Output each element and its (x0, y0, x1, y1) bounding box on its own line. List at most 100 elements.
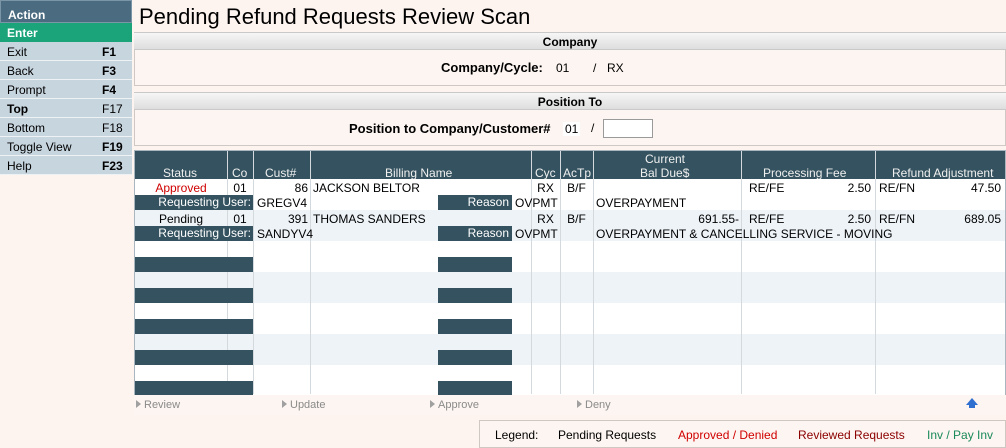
position-to-section-header: Position To (134, 92, 1006, 110)
column-header-co[interactable]: Co (232, 166, 247, 180)
billing-name-cell: JACKSON BELTOR (313, 181, 420, 195)
reason-text-value: OVERPAYMENT (596, 196, 687, 210)
requesting-user-label: Requesting User: (135, 226, 253, 241)
column-header-current[interactable]: Current (645, 152, 685, 166)
refund-code-cell: RE/FN (879, 181, 915, 195)
legend: Legend: Pending Requests Approved / Deni… (479, 420, 1006, 448)
menu-item-label: Exit (7, 45, 28, 59)
company-cycle-separator: / (593, 61, 597, 75)
current-bal-cell: 691.55- (698, 212, 739, 226)
status-cell: Pending (158, 212, 204, 226)
reason-label: Reason (438, 195, 512, 210)
legend-pending: Pending Requests (558, 428, 657, 442)
column-header-billing-name[interactable]: Billing Name (385, 166, 452, 180)
empty-row-reason-label (438, 350, 512, 365)
fee-code-cell: RE/FE (749, 212, 785, 226)
menu-item-key: F1 (102, 45, 117, 59)
toggle-view-button[interactable]: Toggle View F19 (0, 137, 132, 156)
legend-reviewed: Reviewed Requests (798, 428, 905, 442)
cyc-cell: RX (537, 212, 554, 226)
billing-name-cell: THOMAS SANDERS (313, 212, 426, 226)
position-customer-input[interactable] (603, 119, 653, 138)
position-to-section: Position to Company/Customer# 01 / (134, 110, 1006, 146)
fee-amount-cell: 2.50 (847, 181, 871, 195)
cycle-value: RX (607, 61, 624, 75)
requesting-user-value: SANDYV4 (257, 227, 314, 241)
column-header-bal-due[interactable]: Bal Due$ (640, 166, 689, 180)
refund-requests-grid: Status Co Cust# Billing Name Cyc AcTp Cu… (134, 150, 1006, 395)
reason-code-value: OVPMT (515, 227, 558, 241)
approve-action[interactable]: Approve (430, 399, 479, 411)
cust-cell: 391 (287, 212, 308, 226)
legend-approved-denied: Approved / Denied (678, 428, 778, 442)
empty-row-user-label (135, 350, 253, 365)
scroll-up-icon[interactable] (966, 398, 978, 405)
bottom-button[interactable]: Bottom F18 (0, 118, 132, 137)
menu-item-label: Back (7, 64, 34, 78)
scroll-up-icon-stem (969, 405, 975, 408)
position-separator: / (591, 121, 595, 135)
menu-item-key: F18 (102, 121, 123, 135)
prompt-button[interactable]: Prompt F4 (0, 80, 132, 99)
legend-label: Legend: (495, 428, 539, 442)
menu-item-key: F3 (102, 64, 117, 78)
top-button[interactable]: Top F17 (0, 99, 132, 118)
actp-cell: B/F (567, 212, 586, 226)
column-header-refund-adjustment[interactable]: Refund Adjustment (892, 166, 993, 180)
cust-cell: 86 (294, 181, 308, 195)
company-cycle-label: Company/Cycle: (441, 60, 543, 75)
page-title: Pending Refund Requests Review Scan (139, 4, 531, 29)
action-sidebar: Action Enter Exit F1 Back F3 Prompt F4 T… (0, 0, 132, 448)
legend-inv-pay: Inv / Pay Inv (927, 428, 994, 442)
refund-amount-cell: 689.05 (964, 212, 1001, 226)
reason-label: Reason (438, 226, 512, 241)
help-button[interactable]: Help F23 (0, 156, 132, 175)
exit-button[interactable]: Exit F1 (0, 42, 132, 61)
column-header-processing-fee[interactable]: Processing Fee (763, 166, 846, 180)
status-cell: Approved (155, 181, 207, 195)
review-action[interactable]: Review (136, 399, 180, 411)
menu-item-label: Bottom (7, 121, 46, 135)
deny-action[interactable]: Deny (577, 399, 611, 411)
menu-item-key: F23 (102, 159, 123, 173)
fee-code-cell: RE/FE (749, 181, 785, 195)
requesting-user-value: GREGV4 (257, 196, 308, 210)
empty-row-reason-label (438, 257, 512, 272)
action-menu-header: Action (0, 0, 132, 23)
company-value: 01 (556, 61, 570, 75)
empty-row-user-label (135, 319, 253, 334)
empty-row-reason-label (438, 319, 512, 334)
update-action[interactable]: Update (282, 399, 325, 411)
column-header-actp[interactable]: AcTp (563, 166, 591, 180)
cyc-cell: RX (537, 181, 554, 195)
enter-button[interactable]: Enter (0, 23, 132, 42)
menu-item-key: F19 (102, 140, 123, 154)
back-button[interactable]: Back F3 (0, 61, 132, 80)
position-company-value: 01 (563, 122, 581, 136)
position-to-label: Position to Company/Customer# (349, 121, 551, 136)
company-section: Company/Cycle: 01 / RX (134, 50, 1006, 86)
actp-cell: B/F (567, 181, 586, 195)
co-cell: 01 (233, 212, 247, 226)
empty-row-user-label (135, 257, 253, 272)
empty-row-reason-label (438, 381, 512, 395)
empty-row-user-label (135, 288, 253, 303)
menu-item-label: Prompt (7, 83, 46, 97)
column-header-cust[interactable]: Cust# (265, 166, 296, 180)
refund-amount-cell: 47.50 (970, 181, 1001, 195)
menu-item-label: Top (7, 102, 29, 116)
column-header-cyc[interactable]: Cyc (535, 166, 556, 180)
reason-code-value: OVPMT (515, 196, 558, 210)
menu-item-label: Toggle View (7, 140, 72, 154)
reason-text-value: OVERPAYMENT & CANCELLING SERVICE - MOVIN… (596, 227, 893, 241)
co-cell: 01 (233, 181, 247, 195)
requesting-user-label: Requesting User: (135, 195, 253, 210)
column-header-status[interactable]: Status (163, 166, 197, 180)
menu-item-label: Help (7, 159, 32, 173)
empty-row-reason-label (438, 288, 512, 303)
company-section-header: Company (134, 32, 1006, 50)
menu-item-key: F17 (102, 102, 123, 116)
row-action-bar: Review Update Approve Deny (134, 395, 1006, 415)
empty-row-user-label (135, 381, 253, 395)
fee-amount-cell: 2.50 (847, 212, 871, 226)
